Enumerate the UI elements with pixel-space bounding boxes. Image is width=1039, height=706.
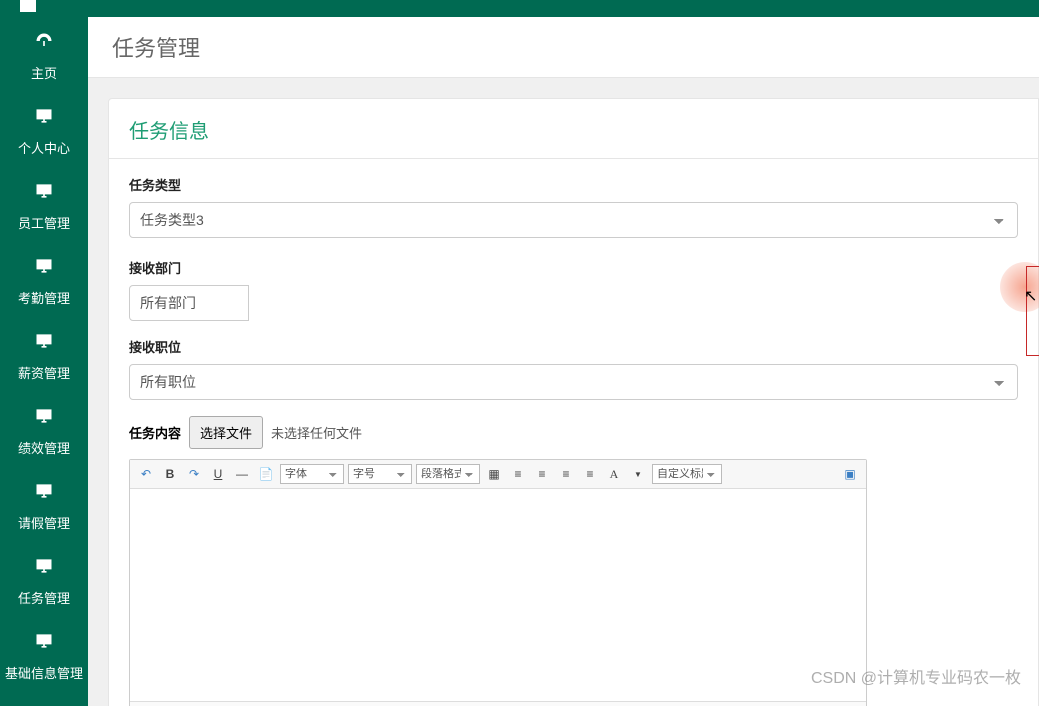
page-title: 任务管理 bbox=[88, 17, 1039, 78]
undo-icon[interactable]: ↶ bbox=[136, 464, 156, 484]
monitor-icon bbox=[0, 556, 88, 582]
editor-toolbar: ↶ B ↷ U — 📄 字体 字号 段落格式 ▦ ≡ ≡ ≡ bbox=[130, 460, 866, 489]
monitor-icon bbox=[0, 106, 88, 132]
color-dropdown-icon[interactable]: ▼ bbox=[628, 464, 648, 484]
dashboard-icon bbox=[0, 31, 88, 57]
table-icon[interactable]: ▦ bbox=[484, 464, 504, 484]
nav-label: 基础信息管理 bbox=[5, 666, 83, 681]
nav-profile[interactable]: 个人中心 bbox=[0, 92, 88, 167]
panel-title: 任务信息 bbox=[109, 99, 1038, 159]
nav-label: 任务管理 bbox=[18, 591, 70, 606]
monitor-icon bbox=[0, 631, 88, 657]
monitor-icon bbox=[0, 331, 88, 357]
strikethrough-icon[interactable]: — bbox=[232, 464, 252, 484]
position-select[interactable]: 所有职位 bbox=[129, 364, 1018, 400]
monitor-icon bbox=[0, 181, 88, 207]
align-justify-icon[interactable]: ≡ bbox=[580, 464, 600, 484]
font-family-select[interactable]: 字体 bbox=[280, 464, 344, 484]
paragraph-select[interactable]: 段落格式 bbox=[416, 464, 480, 484]
nav-label: 个人中心 bbox=[18, 141, 70, 156]
nav-home[interactable]: 主页 bbox=[0, 17, 88, 92]
nav-leave[interactable]: 请假管理 bbox=[0, 467, 88, 542]
custom-title-select[interactable]: 自定义标题 bbox=[652, 464, 722, 484]
fullscreen-icon[interactable]: ▣ bbox=[840, 464, 860, 484]
dept-label: 接收部门 bbox=[129, 258, 249, 277]
nav-task[interactable]: 任务管理 bbox=[0, 542, 88, 617]
align-left-icon[interactable]: ≡ bbox=[508, 464, 528, 484]
form-panel: 任务信息 任务类型 任务类型3 接收部门 所有部门 bbox=[108, 98, 1039, 706]
nav-attendance[interactable]: 考勤管理 bbox=[0, 242, 88, 317]
file-status: 未选择任何文件 bbox=[271, 423, 362, 442]
bold-icon[interactable]: B bbox=[160, 464, 180, 484]
main: 任务管理 任务信息 任务类型 任务类型3 接收部门 bbox=[88, 0, 1039, 706]
nav-label: 考勤管理 bbox=[18, 291, 70, 306]
nav-label: 主页 bbox=[31, 66, 57, 81]
content-label: 任务内容 bbox=[129, 423, 181, 442]
nav-label: 请假管理 bbox=[18, 516, 70, 531]
monitor-icon bbox=[0, 481, 88, 507]
editor-path: 元素路径: bbox=[130, 701, 866, 706]
nav-label: 员工管理 bbox=[18, 216, 70, 231]
align-right-icon[interactable]: ≡ bbox=[556, 464, 576, 484]
monitor-icon bbox=[0, 256, 88, 282]
position-label: 接收职位 bbox=[129, 337, 1018, 356]
rich-text-editor: ↶ B ↷ U — 📄 字体 字号 段落格式 ▦ ≡ ≡ ≡ bbox=[129, 459, 867, 706]
nav-label: 绩效管理 bbox=[18, 441, 70, 456]
topbar bbox=[88, 0, 1039, 17]
monitor-icon bbox=[0, 406, 88, 432]
nav-employee[interactable]: 员工管理 bbox=[0, 167, 88, 242]
logo bbox=[0, 0, 88, 17]
align-center-icon[interactable]: ≡ bbox=[532, 464, 552, 484]
underline-icon[interactable]: U bbox=[208, 464, 228, 484]
redo-icon[interactable]: ↷ bbox=[184, 464, 204, 484]
nav-salary[interactable]: 薪资管理 bbox=[0, 317, 88, 392]
choose-file-button[interactable]: 选择文件 bbox=[189, 416, 263, 449]
task-type-select[interactable]: 任务类型3 bbox=[129, 202, 1018, 238]
sidebar: 主页 个人中心 员工管理 考勤管理 薪资管理 绩效管理 请假管理 任务管理 bbox=[0, 0, 88, 706]
font-color-icon[interactable]: A bbox=[604, 464, 624, 484]
document-icon[interactable]: 📄 bbox=[256, 464, 276, 484]
font-size-select[interactable]: 字号 bbox=[348, 464, 412, 484]
dept-select[interactable]: 所有部门 bbox=[129, 285, 249, 321]
nav-label: 薪资管理 bbox=[18, 366, 70, 381]
nav-performance[interactable]: 绩效管理 bbox=[0, 392, 88, 467]
task-type-label: 任务类型 bbox=[129, 175, 1018, 194]
editor-content[interactable] bbox=[130, 489, 866, 701]
nav-basic-info[interactable]: 基础信息管理 bbox=[0, 617, 88, 692]
